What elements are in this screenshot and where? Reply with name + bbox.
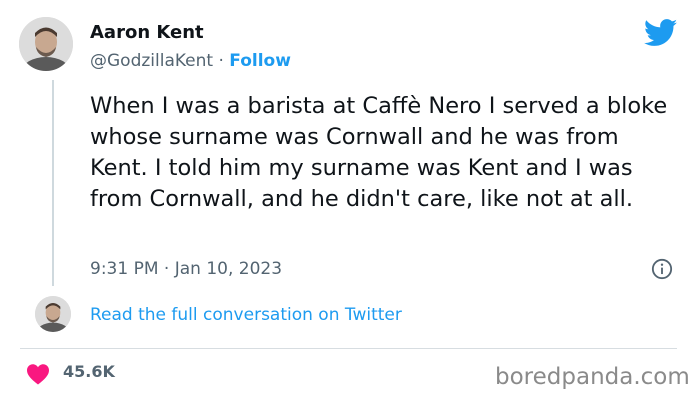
like-count: 45.6K (63, 362, 115, 381)
tweet-timestamp[interactable]: 9:31 PM · Jan 10, 2023 (90, 259, 282, 279)
twitter-bird-icon[interactable] (644, 19, 678, 47)
author-handle[interactable]: @GodzillaKent (90, 51, 213, 71)
author-avatar-image (19, 17, 73, 71)
follow-button[interactable]: Follow (229, 51, 291, 71)
conversation-avatar[interactable] (35, 296, 71, 332)
tweet-text: When I was a barista at Caffè Nero I ser… (90, 93, 668, 212)
heart-icon[interactable] (26, 363, 50, 385)
info-icon[interactable] (651, 258, 673, 280)
handle-separator: · (213, 51, 230, 71)
author-avatar[interactable] (19, 17, 73, 71)
author-handle-row: @GodzillaKent · Follow (90, 51, 291, 71)
thread-connector-line (52, 80, 54, 286)
tweet-card: Aaron Kent @GodzillaKent · Follow When I… (0, 0, 700, 400)
watermark: boredpanda.com (495, 364, 690, 390)
divider (20, 348, 677, 349)
tweet-time: 9:31 PM (90, 259, 159, 279)
tweet-date: Jan 10, 2023 (174, 259, 283, 279)
timestamp-separator: · (158, 259, 175, 279)
conversation-avatar-image (35, 296, 71, 332)
read-full-conversation-link[interactable]: Read the full conversation on Twitter (90, 305, 402, 325)
author-name[interactable]: Aaron Kent (90, 22, 204, 43)
